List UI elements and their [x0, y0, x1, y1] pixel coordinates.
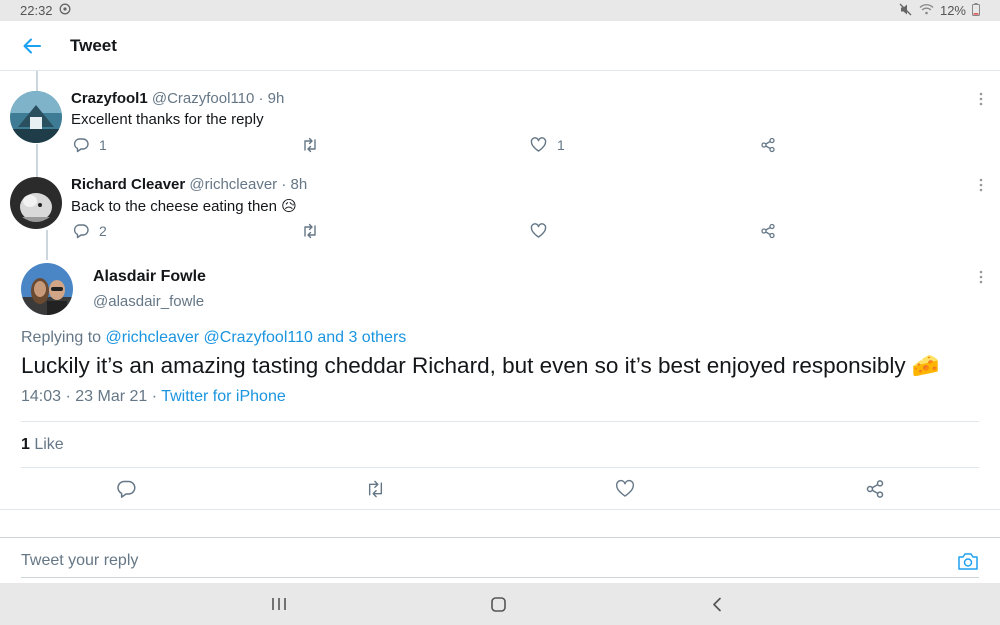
replying-prefix: Replying to [21, 329, 106, 346]
share-button[interactable] [865, 479, 885, 499]
reply-button[interactable]: 1 [73, 137, 107, 153]
replying-to-links[interactable]: @richcleaver @Crazyfool110 and 3 others [106, 329, 407, 346]
share-button[interactable] [760, 223, 776, 239]
status-time: 22:32 [20, 3, 53, 18]
reply-button[interactable] [116, 479, 136, 499]
avatar[interactable] [10, 177, 62, 229]
thread-line [36, 144, 38, 178]
reply-count: 1 [99, 137, 107, 153]
retweet-button[interactable] [301, 137, 319, 153]
battery-percent: 12% [939, 3, 966, 18]
main-tweet-text: Luckily it’s an amazing tasting cheddar … [21, 353, 940, 378]
retweet-icon [368, 480, 383, 498]
tweet-timestamp-row: 14:03 · 23 Mar 21 · Twitter for iPhone [21, 388, 286, 406]
arrow-left-icon [23, 38, 41, 53]
retweet-icon [304, 137, 316, 153]
reply-header: Crazyfool1 @Crazyfool110 · 9h [71, 90, 284, 107]
like-button[interactable] [615, 479, 635, 499]
more-vertical-icon[interactable] [978, 92, 984, 106]
author-meta: @Crazyfool110 · 9h [151, 90, 285, 107]
author-name[interactable]: Alasdair Fowle [93, 268, 206, 286]
tweet-text: Back to the cheese eating then 😥 [71, 198, 297, 215]
heart-icon [530, 223, 547, 238]
like-button[interactable] [530, 223, 547, 239]
likes-count: 1 [21, 436, 30, 453]
more-vertical-icon[interactable] [978, 178, 984, 192]
system-nav-bar [0, 583, 1000, 625]
author-handle[interactable]: @alasdair_fowle [93, 293, 204, 310]
page-title: Tweet [70, 35, 117, 55]
tweet-screen: 22:32 12% Tweet Crazyfool1 @Crazyfool110… [0, 0, 1000, 625]
back-nav-button[interactable] [706, 593, 728, 615]
whatsapp-icon [59, 3, 71, 18]
likes-label: Like [29, 436, 64, 453]
recent-apps-button[interactable] [268, 593, 290, 615]
replying-to: Replying to @richcleaver @Crazyfool110 a… [21, 329, 406, 347]
share-icon [761, 223, 775, 239]
reply-count: 2 [99, 223, 107, 239]
heart-icon [615, 479, 635, 497]
divider [21, 421, 979, 422]
divider [0, 509, 1000, 510]
heart-icon [530, 137, 547, 152]
share-icon [866, 480, 884, 498]
comment-icon [117, 480, 136, 498]
recent-apps-icon [272, 598, 286, 610]
tweet-timestamp: 14:03 · 23 Mar 21 · [21, 388, 162, 405]
home-icon [490, 596, 506, 612]
divider [0, 537, 1000, 538]
camera-icon[interactable] [957, 551, 979, 571]
wifi-icon [919, 3, 934, 18]
share-button[interactable] [760, 137, 776, 153]
divider [21, 467, 979, 468]
battery-icon [972, 2, 980, 19]
tweet-actions: 1 1 [70, 137, 790, 157]
like-count: 1 [557, 137, 565, 153]
back-button[interactable] [19, 33, 45, 59]
home-button[interactable] [487, 593, 509, 615]
chevron-left-icon [713, 597, 721, 611]
reply-button[interactable]: 2 [73, 223, 107, 239]
comment-icon [73, 224, 89, 239]
comment-icon [73, 138, 89, 153]
thread-line [36, 71, 38, 91]
author-name[interactable]: Crazyfool1 [71, 90, 148, 107]
reply-header: Richard Cleaver @richcleaver · 8h [71, 176, 307, 193]
tweet-text: Excellent thanks for the reply [71, 111, 264, 128]
thread-line [46, 230, 48, 260]
share-icon [761, 137, 775, 153]
reply-input[interactable]: Tweet your reply [21, 552, 138, 570]
retweet-button[interactable] [301, 223, 319, 239]
status-bar: 22:32 12% [0, 0, 1000, 21]
more-vertical-icon[interactable] [978, 270, 984, 284]
avatar[interactable] [10, 91, 62, 143]
mute-icon [899, 3, 913, 19]
retweet-button[interactable] [365, 479, 385, 499]
app-header: Tweet [0, 21, 1000, 71]
retweet-icon [304, 223, 316, 239]
author-meta: @richcleaver · 8h [189, 176, 308, 193]
likes-count-link[interactable]: 1 Like [21, 436, 64, 454]
avatar[interactable] [21, 263, 73, 315]
divider [21, 577, 979, 578]
like-button[interactable]: 1 [530, 137, 565, 153]
author-name[interactable]: Richard Cleaver [71, 176, 185, 193]
tweet-actions: 2 [70, 223, 790, 243]
tweet-source-link[interactable]: Twitter for iPhone [161, 388, 286, 405]
